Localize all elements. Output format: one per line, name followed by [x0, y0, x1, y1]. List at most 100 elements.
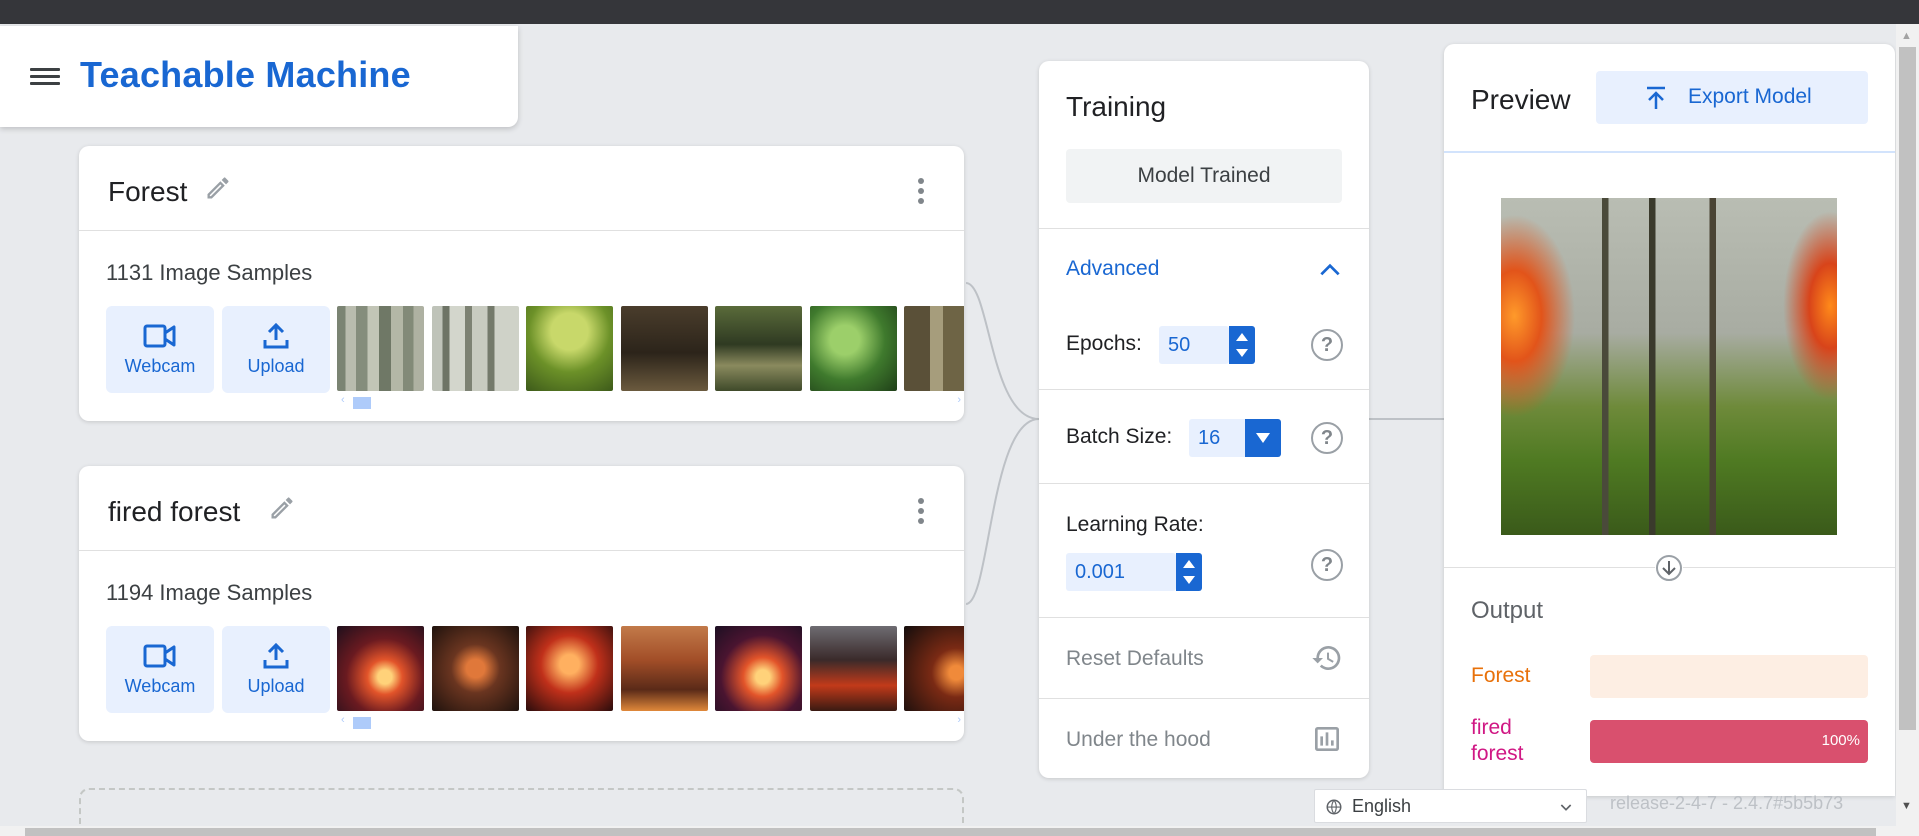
- sample-thumbnail[interactable]: [621, 626, 708, 711]
- sample-thumbnail[interactable]: [904, 626, 964, 711]
- class-card-header: Forest: [79, 146, 964, 231]
- upload-icon: [263, 322, 289, 349]
- divider: [1039, 483, 1369, 484]
- reset-defaults-button[interactable]: Reset Defaults: [1066, 647, 1204, 671]
- edit-pencil-icon[interactable]: [204, 174, 232, 202]
- preview-image: [1501, 198, 1837, 535]
- thumbnail-scrollbar[interactable]: ‹ ›: [341, 714, 961, 730]
- scroll-down-icon[interactable]: ▼: [1901, 800, 1912, 812]
- scroll-thumb[interactable]: [1899, 47, 1916, 730]
- output-percent: 100%: [1821, 732, 1860, 749]
- webcam-icon: [143, 324, 176, 348]
- epochs-input[interactable]: 50: [1159, 326, 1229, 364]
- language-value: English: [1352, 796, 1412, 816]
- export-label: Export Model: [1688, 85, 1812, 108]
- sample-thumbnail[interactable]: [904, 306, 964, 391]
- sample-thumbnail[interactable]: [715, 306, 802, 391]
- version-label: release-2-4-7 - 2.4.7#5b5b73: [1610, 793, 1844, 813]
- scroll-left-icon[interactable]: ‹: [341, 394, 345, 406]
- edit-pencil-icon[interactable]: [268, 494, 296, 522]
- batch-size-dropdown-arrow[interactable]: [1245, 419, 1281, 457]
- upload-label: Upload: [247, 356, 305, 376]
- scroll-left-icon[interactable]: ‹: [341, 714, 345, 726]
- output-label-fired-forest: fired forest: [1471, 716, 1524, 765]
- scroll-thumb[interactable]: [25, 828, 1876, 836]
- sample-thumbnail[interactable]: [432, 306, 519, 391]
- app-header: Teachable Machine: [0, 26, 518, 127]
- epochs-label: Epochs:: [1066, 332, 1142, 355]
- sample-thumbnail[interactable]: [810, 626, 897, 711]
- class-card-forest: Forest 1131 Image Samples Webcam Upload …: [79, 146, 964, 421]
- export-icon: [1647, 86, 1665, 109]
- vertical-scrollbar[interactable]: ▲ ▼: [1896, 24, 1919, 836]
- upload-button[interactable]: Upload: [222, 306, 330, 393]
- language-select[interactable]: English: [1314, 789, 1587, 823]
- arrow-down-icon: [1655, 554, 1683, 582]
- advanced-toggle[interactable]: Advanced: [1066, 257, 1159, 281]
- learning-rate-label: Learning Rate:: [1066, 513, 1204, 536]
- divider: [1039, 228, 1369, 229]
- divider: [1039, 617, 1369, 618]
- webcam-label: Webcam: [124, 356, 196, 376]
- scroll-thumb[interactable]: [353, 717, 371, 729]
- scroll-right-icon[interactable]: ›: [957, 714, 961, 726]
- app-title[interactable]: Teachable Machine: [80, 54, 411, 96]
- divider: [1039, 698, 1369, 699]
- sample-thumbnail[interactable]: [715, 626, 802, 711]
- batch-size-label: Batch Size:: [1066, 425, 1173, 448]
- sample-thumbnail[interactable]: [337, 626, 424, 711]
- upload-button[interactable]: Upload: [222, 626, 330, 713]
- upload-icon: [263, 642, 289, 669]
- preview-panel: Preview Export Model Output Forest fired…: [1444, 44, 1895, 796]
- export-model-button[interactable]: Export Model: [1596, 71, 1868, 124]
- preview-divider: [1444, 151, 1895, 153]
- sample-thumbnail[interactable]: [526, 626, 613, 711]
- epochs-help-icon[interactable]: ?: [1311, 329, 1343, 361]
- learning-rate-help-icon[interactable]: ?: [1311, 549, 1343, 581]
- history-icon[interactable]: [1311, 642, 1343, 674]
- divider: [1039, 389, 1369, 390]
- output-bar-forest: [1590, 655, 1868, 698]
- upload-label: Upload: [247, 676, 305, 696]
- learning-rate-input[interactable]: 0.001: [1066, 553, 1176, 591]
- output-bar-fired-forest: 100%: [1590, 720, 1868, 763]
- webcam-button[interactable]: Webcam: [106, 626, 214, 713]
- thumbnail-scrollbar[interactable]: ‹ ›: [341, 394, 961, 410]
- more-options-icon[interactable]: [918, 178, 926, 206]
- training-panel: Training Model Trained Advanced Epochs: …: [1039, 61, 1369, 778]
- epochs-stepper[interactable]: [1229, 326, 1255, 364]
- class-name[interactable]: fired forest: [108, 496, 240, 528]
- hamburger-menu-icon[interactable]: [30, 64, 66, 92]
- batch-size-help-icon[interactable]: ?: [1311, 422, 1343, 454]
- output-title: Output: [1471, 597, 1544, 624]
- more-options-icon[interactable]: [918, 498, 926, 526]
- preview-title: Preview: [1471, 84, 1571, 115]
- sample-thumbnail[interactable]: [621, 306, 708, 391]
- batch-size-select[interactable]: 16: [1189, 419, 1249, 457]
- under-the-hood-button[interactable]: Under the hood: [1066, 728, 1211, 752]
- bar-chart-icon[interactable]: [1311, 723, 1343, 755]
- learning-rate-stepper[interactable]: [1176, 553, 1202, 591]
- sample-count: 1194 Image Samples: [106, 580, 313, 605]
- chevron-up-icon[interactable]: [1317, 257, 1343, 283]
- sample-count: 1131 Image Samples: [106, 260, 313, 285]
- class-card-header: fired forest: [79, 466, 964, 551]
- training-title: Training: [1066, 91, 1167, 122]
- output-label-forest: Forest: [1471, 664, 1531, 687]
- class-card-fired-forest: fired forest 1194 Image Samples Webcam U…: [79, 466, 964, 741]
- class-name[interactable]: Forest: [108, 176, 187, 208]
- sample-thumbnail[interactable]: [526, 306, 613, 391]
- globe-icon: [1326, 799, 1342, 815]
- browser-top-strip: [0, 0, 1919, 24]
- scroll-thumb[interactable]: [353, 397, 371, 409]
- sample-thumbnail[interactable]: [337, 306, 424, 391]
- webcam-button[interactable]: Webcam: [106, 306, 214, 393]
- train-model-button[interactable]: Model Trained: [1066, 149, 1342, 203]
- sample-thumbnail[interactable]: [810, 306, 897, 391]
- webcam-label: Webcam: [124, 676, 196, 696]
- sample-thumbnail[interactable]: [432, 626, 519, 711]
- scroll-up-icon[interactable]: ▲: [1901, 30, 1912, 42]
- horizontal-scrollbar[interactable]: [0, 826, 1896, 836]
- sample-thumbnails[interactable]: [337, 626, 964, 713]
- sample-thumbnails[interactable]: [337, 306, 964, 393]
